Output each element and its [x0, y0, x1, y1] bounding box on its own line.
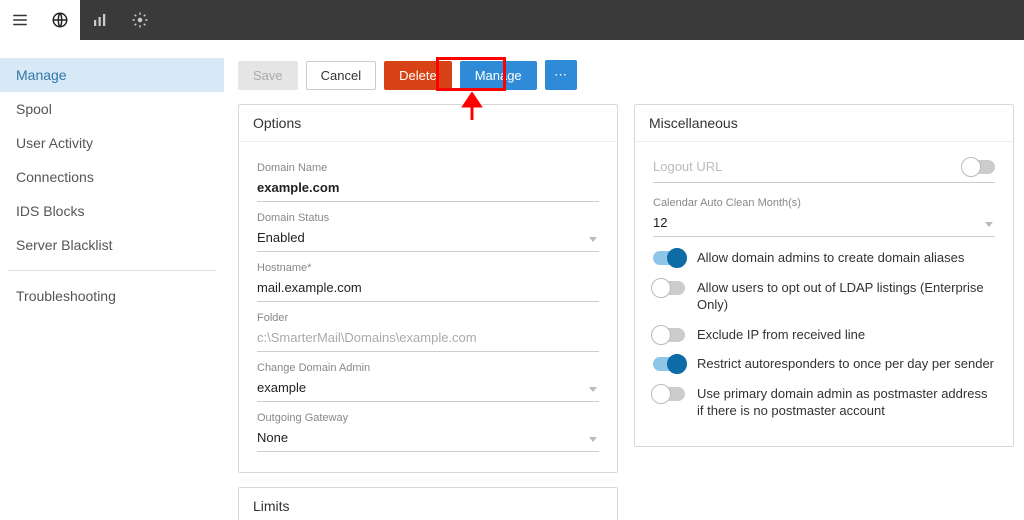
misc-card: Miscellaneous Logout URL Calendar Auto C… [634, 104, 1014, 447]
sidebar: Manage Spool User Activity Connections I… [0, 40, 224, 520]
domain-status-select[interactable]: Enabled [257, 226, 599, 252]
globe-icon[interactable] [40, 0, 80, 40]
toggle-autoresponders[interactable] [653, 357, 685, 371]
toggle-ldap-optout[interactable] [653, 281, 685, 295]
toggle-autoresponders-label: Restrict autoresponders to once per day … [697, 355, 995, 373]
options-card-title: Options [239, 105, 617, 142]
sidebar-item-connections[interactable]: Connections [0, 160, 224, 194]
folder-value: c:\SmarterMail\Domains\example.com [257, 326, 599, 352]
domain-status-label: Domain Status [257, 212, 599, 224]
sidebar-separator [8, 270, 216, 271]
more-button[interactable]: ⋯ [545, 60, 577, 90]
domain-name-input[interactable] [257, 176, 599, 202]
sidebar-item-spool[interactable]: Spool [0, 92, 224, 126]
change-admin-select[interactable]: example [257, 376, 599, 402]
gateway-select[interactable]: None [257, 426, 599, 452]
sidebar-item-troubleshooting[interactable]: Troubleshooting [0, 279, 224, 313]
hamburger-icon[interactable] [0, 0, 40, 40]
gear-icon[interactable] [120, 0, 160, 40]
cancel-button[interactable]: Cancel [306, 61, 376, 90]
logout-url-toggle[interactable] [963, 160, 995, 174]
limits-card: Limits [238, 487, 618, 520]
domain-name-label: Domain Name [257, 162, 599, 174]
sidebar-item-ids-blocks[interactable]: IDS Blocks [0, 194, 224, 228]
toggle-postmaster[interactable] [653, 387, 685, 401]
toggle-domain-aliases[interactable] [653, 251, 685, 265]
sidebar-item-manage[interactable]: Manage [0, 58, 224, 92]
main-content: Save Cancel Delete Manage ⋯ Options Doma… [224, 40, 1024, 520]
delete-button[interactable]: Delete [384, 61, 452, 90]
chart-icon[interactable] [80, 0, 120, 40]
sidebar-item-user-activity[interactable]: User Activity [0, 126, 224, 160]
hostname-label: Hostname* [257, 262, 599, 274]
calendar-clean-label: Calendar Auto Clean Month(s) [653, 197, 995, 209]
calendar-clean-select[interactable]: 12 [653, 211, 995, 237]
top-bar [0, 0, 1024, 40]
manage-button[interactable]: Manage [460, 61, 537, 90]
save-button: Save [238, 61, 298, 90]
sidebar-item-server-blacklist[interactable]: Server Blacklist [0, 228, 224, 262]
toggle-ldap-optout-label: Allow users to opt out of LDAP listings … [697, 279, 995, 314]
change-admin-label: Change Domain Admin [257, 362, 599, 374]
logout-url-input[interactable]: Logout URL [653, 159, 963, 174]
folder-label: Folder [257, 312, 599, 324]
misc-card-title: Miscellaneous [635, 105, 1013, 142]
toggle-domain-aliases-label: Allow domain admins to create domain ali… [697, 249, 995, 267]
hostname-input[interactable] [257, 276, 599, 302]
limits-card-title: Limits [239, 488, 617, 520]
toggle-exclude-ip[interactable] [653, 328, 685, 342]
toggle-postmaster-label: Use primary domain admin as postmaster a… [697, 385, 995, 420]
gateway-label: Outgoing Gateway [257, 412, 599, 424]
toggle-exclude-ip-label: Exclude IP from received line [697, 326, 995, 344]
action-bar: Save Cancel Delete Manage ⋯ [238, 60, 1014, 90]
options-card: Options Domain Name Domain Status Enable… [238, 104, 618, 473]
